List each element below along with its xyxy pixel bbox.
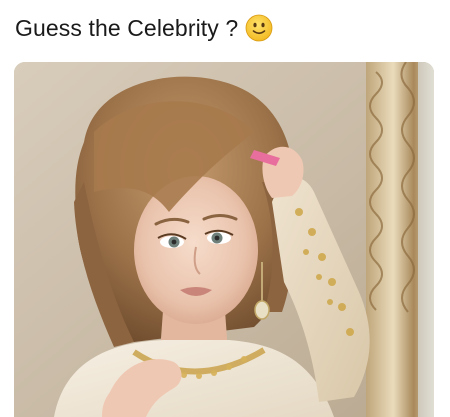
photo-image bbox=[14, 62, 434, 417]
post-caption: Guess the Celebrity ? bbox=[15, 10, 273, 46]
post-card: Guess the Celebrity ? bbox=[0, 0, 450, 417]
slightly-smiling-face-icon bbox=[245, 14, 273, 42]
caption-text: Guess the Celebrity ? bbox=[15, 14, 239, 41]
post-photo[interactable] bbox=[14, 62, 434, 417]
